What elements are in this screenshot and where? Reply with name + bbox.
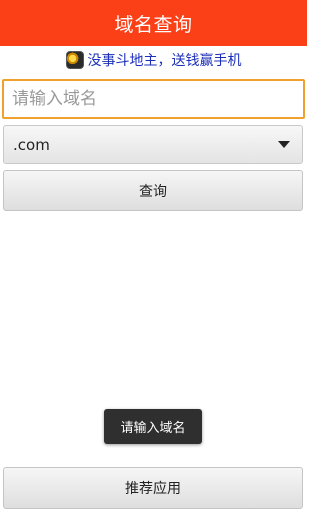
title-bar: 域名查询 (0, 0, 307, 46)
tld-selected-value: .com (13, 135, 50, 154)
ad-banner[interactable]: 没事斗地主，送钱赢手机 (0, 46, 307, 74)
recommend-button-label: 推荐应用 (125, 481, 181, 497)
game-icon (65, 51, 84, 69)
page-title: 域名查询 (114, 13, 193, 36)
query-button-label: 查询 (139, 183, 167, 200)
query-button[interactable]: 查询 (3, 170, 303, 211)
ad-text: 没事斗地主，送钱赢手机 (87, 53, 242, 69)
app-screen: 域名查询 没事斗地主，送钱赢手机 .com 查询 请输入域名 推荐应用 (0, 0, 307, 512)
recommend-apps-button[interactable]: 推荐应用 (3, 467, 303, 509)
domain-input[interactable] (2, 79, 305, 119)
tld-select[interactable]: .com (3, 125, 303, 164)
toast-text: 请输入域名 (120, 421, 186, 436)
caret-down-icon (278, 141, 290, 148)
toast-message: 请输入域名 (104, 409, 202, 444)
